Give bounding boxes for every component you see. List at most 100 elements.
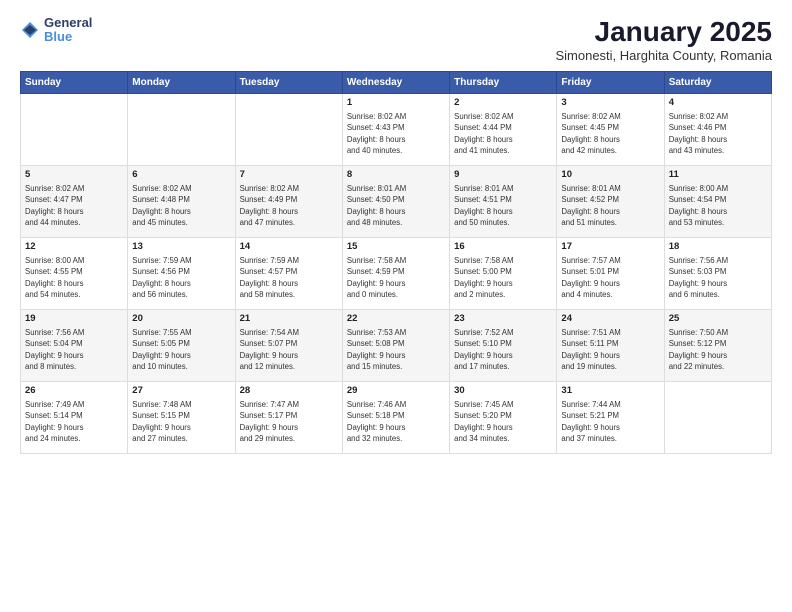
day-cell: 28Sunrise: 7:47 AM Sunset: 5:17 PM Dayli… — [235, 382, 342, 454]
day-number: 24 — [561, 313, 659, 326]
header: General Blue January 2025 Simonesti, Har… — [20, 16, 772, 63]
day-info: Sunrise: 8:02 AM Sunset: 4:43 PM Dayligh… — [347, 112, 406, 156]
col-tuesday: Tuesday — [235, 72, 342, 94]
day-number: 10 — [561, 169, 659, 182]
day-info: Sunrise: 7:47 AM Sunset: 5:17 PM Dayligh… — [240, 400, 299, 444]
day-cell: 31Sunrise: 7:44 AM Sunset: 5:21 PM Dayli… — [557, 382, 664, 454]
col-thursday: Thursday — [450, 72, 557, 94]
logo-blue: Blue — [44, 30, 92, 44]
title-block: January 2025 Simonesti, Harghita County,… — [555, 16, 772, 63]
day-info: Sunrise: 7:52 AM Sunset: 5:10 PM Dayligh… — [454, 328, 513, 372]
day-info: Sunrise: 8:02 AM Sunset: 4:44 PM Dayligh… — [454, 112, 513, 156]
day-cell: 23 Sunrise: 7:52 AM Sunset: 5:10 PM Dayli… — [450, 310, 557, 382]
day-info: Sunrise: 8:02 AM Sunset: 4:47 PM Dayligh… — [25, 184, 84, 228]
col-wednesday: Wednesday — [342, 72, 449, 94]
day-number: 7 — [240, 169, 338, 182]
day-cell: 2 Sunrise: 8:02 AM Sunset: 4:44 PM Daylig… — [450, 94, 557, 166]
day-cell: 30 Sunrise: 7:45 AM Sunset: 5:20 PM Dayli… — [450, 382, 557, 454]
day-cell: 25Sunrise: 7:50 AM Sunset: 5:12 PM Dayli… — [664, 310, 771, 382]
day-info: Sunrise: 7:51 AM Sunset: 5:11 PM Dayligh… — [561, 328, 620, 372]
day-cell: 18 Sunrise: 7:56 AM Sunset: 5:03 PM Dayli… — [664, 238, 771, 310]
day-number: 1 — [347, 97, 445, 110]
logo-icon — [20, 20, 40, 40]
day-cell: 5 Sunrise: 8:02 AM Sunset: 4:47 PM Daylig… — [21, 166, 128, 238]
day-number: 11 — [669, 169, 767, 182]
day-cell: 15 Sunrise: 7:58 AM Sunset: 4:59 PM Dayli… — [342, 238, 449, 310]
logo-text: General Blue — [44, 16, 92, 45]
day-info: Sunrise: 7:59 AM Sunset: 4:57 PM Dayligh… — [240, 256, 299, 300]
day-cell: 10 Sunrise: 8:01 AM Sunset: 4:52 PM Dayli… — [557, 166, 664, 238]
day-info: Sunrise: 8:00 AM Sunset: 4:55 PM Dayligh… — [25, 256, 84, 300]
day-info: Sunrise: 8:00 AM Sunset: 4:54 PM Dayligh… — [669, 184, 728, 228]
day-info: Sunrise: 7:59 AM Sunset: 4:56 PM Dayligh… — [132, 256, 191, 300]
logo: General Blue — [20, 16, 92, 45]
day-number: 23 — [454, 313, 552, 326]
day-info: Sunrise: 7:55 AM Sunset: 5:05 PM Dayligh… — [132, 328, 191, 372]
day-info: Sunrise: 7:49 AM Sunset: 5:14 PM Dayligh… — [25, 400, 84, 444]
page: General Blue January 2025 Simonesti, Har… — [0, 0, 792, 612]
day-cell: 29Sunrise: 7:46 AM Sunset: 5:18 PM Dayli… — [342, 382, 449, 454]
col-sunday: Sunday — [21, 72, 128, 94]
subtitle: Simonesti, Harghita County, Romania — [555, 48, 772, 63]
col-saturday: Saturday — [664, 72, 771, 94]
day-number: 15 — [347, 241, 445, 254]
day-number: 27 — [132, 385, 230, 398]
day-cell — [664, 382, 771, 454]
day-cell: 20 Sunrise: 7:55 AM Sunset: 5:05 PM Dayli… — [128, 310, 235, 382]
day-cell: 12 Sunrise: 8:00 AM Sunset: 4:55 PM Dayli… — [21, 238, 128, 310]
day-number: 20 — [132, 313, 230, 326]
week-row-3: 19 Sunrise: 7:56 AM Sunset: 5:04 PM Dayli… — [21, 310, 772, 382]
day-number: 8 — [347, 169, 445, 182]
day-cell: 24 Sunrise: 7:51 AM Sunset: 5:11 PM Dayli… — [557, 310, 664, 382]
day-number: 19 — [25, 313, 123, 326]
day-cell: 4 Sunrise: 8:02 AM Sunset: 4:46 PM Daylig… — [664, 94, 771, 166]
day-number: 17 — [561, 241, 659, 254]
day-info: Sunrise: 8:01 AM Sunset: 4:52 PM Dayligh… — [561, 184, 620, 228]
day-info: Sunrise: 7:58 AM Sunset: 4:59 PM Dayligh… — [347, 256, 406, 300]
week-row-2: 12 Sunrise: 8:00 AM Sunset: 4:55 PM Dayli… — [21, 238, 772, 310]
day-number: 2 — [454, 97, 552, 110]
day-number: 26 — [25, 385, 123, 398]
day-number: 5 — [25, 169, 123, 182]
day-info: Sunrise: 7:54 AM Sunset: 5:07 PM Dayligh… — [240, 328, 299, 372]
day-cell: 7 Sunrise: 8:02 AM Sunset: 4:49 PM Daylig… — [235, 166, 342, 238]
day-number: 29 — [347, 385, 445, 398]
main-title: January 2025 — [555, 16, 772, 48]
day-info: Sunrise: 8:02 AM Sunset: 4:49 PM Dayligh… — [240, 184, 299, 228]
day-info: Sunrise: 7:48 AM Sunset: 5:15 PM Dayligh… — [132, 400, 191, 444]
day-number: 30 — [454, 385, 552, 398]
day-cell — [21, 94, 128, 166]
day-cell: 14 Sunrise: 7:59 AM Sunset: 4:57 PM Dayli… — [235, 238, 342, 310]
day-cell — [235, 94, 342, 166]
day-number: 16 — [454, 241, 552, 254]
day-number: 14 — [240, 241, 338, 254]
day-info: Sunrise: 7:58 AM Sunset: 5:00 PM Dayligh… — [454, 256, 513, 300]
day-cell: 13Sunrise: 7:59 AM Sunset: 4:56 PM Dayli… — [128, 238, 235, 310]
day-number: 3 — [561, 97, 659, 110]
day-info: Sunrise: 7:56 AM Sunset: 5:03 PM Dayligh… — [669, 256, 728, 300]
day-number: 9 — [454, 169, 552, 182]
day-info: Sunrise: 7:56 AM Sunset: 5:04 PM Dayligh… — [25, 328, 84, 372]
day-info: Sunrise: 8:02 AM Sunset: 4:48 PM Dayligh… — [132, 184, 191, 228]
day-cell: 21 Sunrise: 7:54 AM Sunset: 5:07 PM Dayli… — [235, 310, 342, 382]
calendar-table: Sunday Monday Tuesday Wednesday Thursday… — [20, 71, 772, 454]
day-number: 4 — [669, 97, 767, 110]
day-info: Sunrise: 8:01 AM Sunset: 4:51 PM Dayligh… — [454, 184, 513, 228]
col-friday: Friday — [557, 72, 664, 94]
day-info: Sunrise: 8:02 AM Sunset: 4:45 PM Dayligh… — [561, 112, 620, 156]
week-row-1: 5 Sunrise: 8:02 AM Sunset: 4:47 PM Daylig… — [21, 166, 772, 238]
day-number: 12 — [25, 241, 123, 254]
day-cell: 11 Sunrise: 8:00 AM Sunset: 4:54 PM Dayli… — [664, 166, 771, 238]
day-number: 21 — [240, 313, 338, 326]
day-cell: 16 Sunrise: 7:58 AM Sunset: 5:00 PM Dayli… — [450, 238, 557, 310]
day-info: Sunrise: 8:02 AM Sunset: 4:46 PM Dayligh… — [669, 112, 728, 156]
day-cell: 9 Sunrise: 8:01 AM Sunset: 4:51 PM Daylig… — [450, 166, 557, 238]
day-cell: 17Sunrise: 7:57 AM Sunset: 5:01 PM Dayli… — [557, 238, 664, 310]
day-cell: 1 Sunrise: 8:02 AM Sunset: 4:43 PM Daylig… — [342, 94, 449, 166]
day-cell — [128, 94, 235, 166]
col-monday: Monday — [128, 72, 235, 94]
header-row: Sunday Monday Tuesday Wednesday Thursday… — [21, 72, 772, 94]
day-number: 18 — [669, 241, 767, 254]
day-info: Sunrise: 7:45 AM Sunset: 5:20 PM Dayligh… — [454, 400, 513, 444]
logo-general: General — [44, 16, 92, 30]
